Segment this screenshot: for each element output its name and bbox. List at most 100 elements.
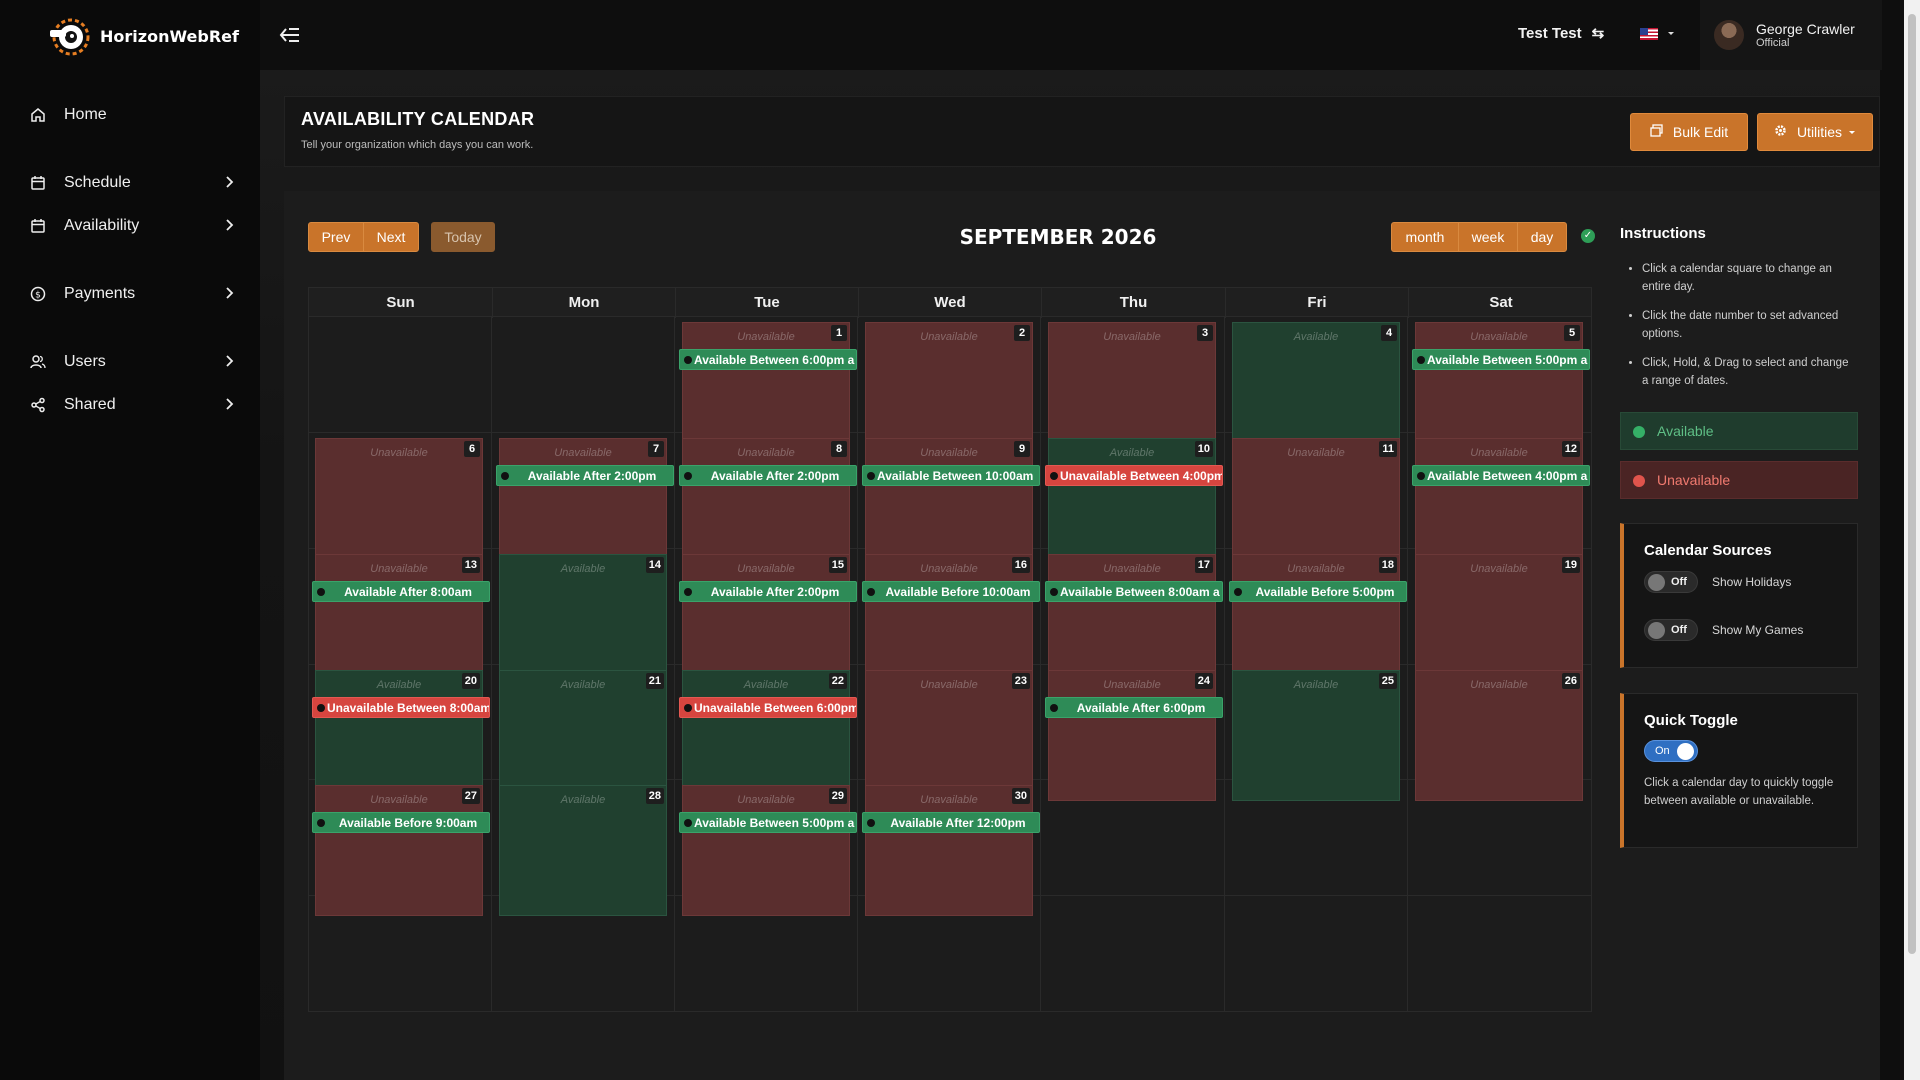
day-number[interactable]: 2 bbox=[1014, 325, 1030, 341]
calendar-day[interactable]: Unavailable 11 bbox=[1232, 438, 1400, 569]
calendar-day[interactable]: Available 21 bbox=[499, 670, 667, 801]
availability-event[interactable]: Available After 2:00pm bbox=[679, 581, 857, 602]
sidebar-collapse-button[interactable] bbox=[278, 24, 302, 46]
calendar-day[interactable]: Unavailable 18 Available Before 5:00pm bbox=[1229, 554, 1407, 685]
calendar-day[interactable]: Unavailable 13 Available After 8:00am bbox=[312, 554, 490, 685]
show-games-toggle[interactable]: Off bbox=[1644, 619, 1698, 641]
day-number[interactable]: 27 bbox=[461, 788, 480, 804]
calendar-day[interactable]: Unavailable 7 Available After 2:00pm bbox=[496, 438, 674, 569]
utilities-dropdown[interactable]: Utilities bbox=[1757, 113, 1873, 151]
day-number[interactable]: 4 bbox=[1381, 325, 1397, 341]
day-number[interactable]: 15 bbox=[828, 557, 847, 573]
calendar-day[interactable]: Unavailable 26 bbox=[1415, 670, 1583, 801]
calendar-day[interactable]: Unavailable 29 Available Between 5:00pm a bbox=[679, 785, 857, 916]
day-number[interactable]: 20 bbox=[461, 673, 480, 689]
view-month-button[interactable]: month bbox=[1391, 222, 1459, 252]
quick-toggle-switch[interactable]: On bbox=[1644, 740, 1698, 762]
calendar-day[interactable]: Unavailable 5 Available Between 5:00pm a bbox=[1412, 322, 1590, 453]
calendar-day[interactable]: Unavailable 12 Available Between 4:00pm a bbox=[1412, 438, 1590, 569]
day-number[interactable]: 28 bbox=[645, 788, 664, 804]
day-number[interactable]: 30 bbox=[1011, 788, 1030, 804]
availability-event[interactable]: Available Before 5:00pm bbox=[1229, 581, 1407, 602]
logo[interactable]: HorizonWebRef bbox=[46, 14, 239, 58]
calendar-day[interactable]: Unavailable 3 bbox=[1048, 322, 1216, 453]
calendar-day[interactable]: Unavailable 17 Available Between 8:00am a bbox=[1045, 554, 1223, 685]
day-number[interactable]: 22 bbox=[828, 673, 847, 689]
calendar-day[interactable]: Unavailable 27 Available Before 9:00am bbox=[312, 785, 490, 916]
day-number[interactable]: 8 bbox=[831, 441, 847, 457]
view-week-button[interactable]: week bbox=[1458, 222, 1518, 252]
calendar-day[interactable]: Unavailable 19 bbox=[1415, 554, 1583, 685]
day-number[interactable]: 17 bbox=[1194, 557, 1213, 573]
calendar-day[interactable]: Unavailable 6 bbox=[315, 438, 483, 569]
calendar-day[interactable]: Unavailable 2 bbox=[865, 322, 1033, 453]
day-number[interactable]: 18 bbox=[1378, 557, 1397, 573]
sidebar-item-schedule[interactable]: Schedule bbox=[28, 168, 234, 198]
calendar-day[interactable]: Unavailable 16 Available Before 10:00am bbox=[862, 554, 1040, 685]
day-number[interactable]: 26 bbox=[1561, 673, 1580, 689]
scrollbar-thumb[interactable] bbox=[1908, 14, 1916, 954]
calendar-day[interactable]: Unavailable 9 Available Between 10:00am bbox=[862, 438, 1040, 569]
day-number[interactable]: 25 bbox=[1378, 673, 1397, 689]
sidebar-item-availability[interactable]: Availability bbox=[28, 211, 234, 241]
bulk-edit-button[interactable]: Bulk Edit bbox=[1630, 113, 1748, 151]
day-number[interactable]: 1 bbox=[831, 325, 847, 341]
language-selector[interactable] bbox=[1640, 28, 1676, 40]
availability-event[interactable]: Available After 6:00pm bbox=[1045, 697, 1223, 718]
availability-event[interactable]: Available Between 10:00am bbox=[862, 465, 1040, 486]
sidebar-item-users[interactable]: Users bbox=[28, 347, 234, 377]
availability-event[interactable]: Available After 2:00pm bbox=[679, 465, 857, 486]
day-number[interactable]: 11 bbox=[1379, 441, 1397, 457]
availability-event[interactable]: Available Before 9:00am bbox=[312, 812, 490, 833]
organization-switcher[interactable]: Test Test ⇆ bbox=[1518, 24, 1604, 43]
availability-event[interactable]: Available Between 4:00pm a bbox=[1412, 465, 1590, 486]
calendar-day[interactable]: Unavailable 30 Available After 12:00pm bbox=[862, 785, 1040, 916]
view-day-button[interactable]: day bbox=[1517, 222, 1567, 252]
day-number[interactable]: 21 bbox=[645, 673, 664, 689]
calendar-day[interactable]: Available 14 bbox=[499, 554, 667, 685]
calendar-day[interactable]: Available 10 Unavailable Between 4:00pm bbox=[1045, 438, 1223, 569]
day-number[interactable]: 19 bbox=[1561, 557, 1580, 573]
day-number[interactable]: 9 bbox=[1014, 441, 1030, 457]
prev-button[interactable]: Prev bbox=[308, 222, 364, 252]
day-number[interactable]: 13 bbox=[461, 557, 480, 573]
user-menu[interactable]: George Crawler Official bbox=[1700, 0, 1882, 70]
day-number[interactable]: 3 bbox=[1197, 325, 1213, 341]
availability-event[interactable]: Available Between 5:00pm a bbox=[1412, 349, 1590, 370]
calendar-day[interactable]: Unavailable 24 Available After 6:00pm bbox=[1045, 670, 1223, 801]
sidebar-item-shared[interactable]: Shared bbox=[28, 390, 234, 420]
availability-event[interactable]: Available Before 10:00am bbox=[862, 581, 1040, 602]
availability-event[interactable]: Available Between 5:00pm a bbox=[679, 812, 857, 833]
day-number[interactable]: 16 bbox=[1011, 557, 1030, 573]
sidebar-item-home[interactable]: Home bbox=[28, 100, 234, 130]
calendar-day[interactable]: Unavailable 1 Available Between 6:00pm a bbox=[679, 322, 857, 453]
calendar-day[interactable]: Unavailable 23 bbox=[865, 670, 1033, 801]
calendar-day[interactable]: Available 4 bbox=[1232, 322, 1400, 453]
day-number[interactable]: 6 bbox=[464, 441, 480, 457]
next-button[interactable]: Next bbox=[363, 222, 419, 252]
calendar-day[interactable]: Available 25 bbox=[1232, 670, 1400, 801]
sidebar-item-payments[interactable]: $ Payments bbox=[28, 279, 234, 309]
day-number[interactable]: 23 bbox=[1011, 673, 1030, 689]
calendar-day[interactable]: Unavailable 15 Available After 2:00pm bbox=[679, 554, 857, 685]
availability-event[interactable]: Unavailable Between 4:00pm bbox=[1045, 465, 1223, 486]
availability-event[interactable]: Available After 2:00pm bbox=[496, 465, 674, 486]
show-holidays-toggle[interactable]: Off bbox=[1644, 571, 1698, 593]
day-number[interactable]: 12 bbox=[1561, 441, 1580, 457]
day-number[interactable]: 29 bbox=[828, 788, 847, 804]
availability-event[interactable]: Available After 12:00pm bbox=[862, 812, 1040, 833]
availability-event[interactable]: Unavailable Between 6:00pm bbox=[679, 697, 857, 718]
day-number[interactable]: 14 bbox=[645, 557, 664, 573]
availability-event[interactable]: Available Between 8:00am a bbox=[1045, 581, 1223, 602]
availability-event[interactable]: Available After 8:00am bbox=[312, 581, 490, 602]
calendar-day[interactable]: Available 20 Unavailable Between 8:00am bbox=[312, 670, 490, 801]
day-number[interactable]: 5 bbox=[1564, 325, 1580, 341]
day-number[interactable]: 24 bbox=[1194, 673, 1213, 689]
calendar-day[interactable]: Available 28 bbox=[499, 785, 667, 916]
day-number[interactable]: 10 bbox=[1194, 441, 1213, 457]
availability-event[interactable]: Available Between 6:00pm a bbox=[679, 349, 857, 370]
day-number[interactable]: 7 bbox=[648, 441, 664, 457]
calendar-day[interactable]: Available 22 Unavailable Between 6:00pm bbox=[679, 670, 857, 801]
calendar-day[interactable]: Unavailable 8 Available After 2:00pm bbox=[679, 438, 857, 569]
availability-event[interactable]: Unavailable Between 8:00am bbox=[312, 697, 490, 718]
